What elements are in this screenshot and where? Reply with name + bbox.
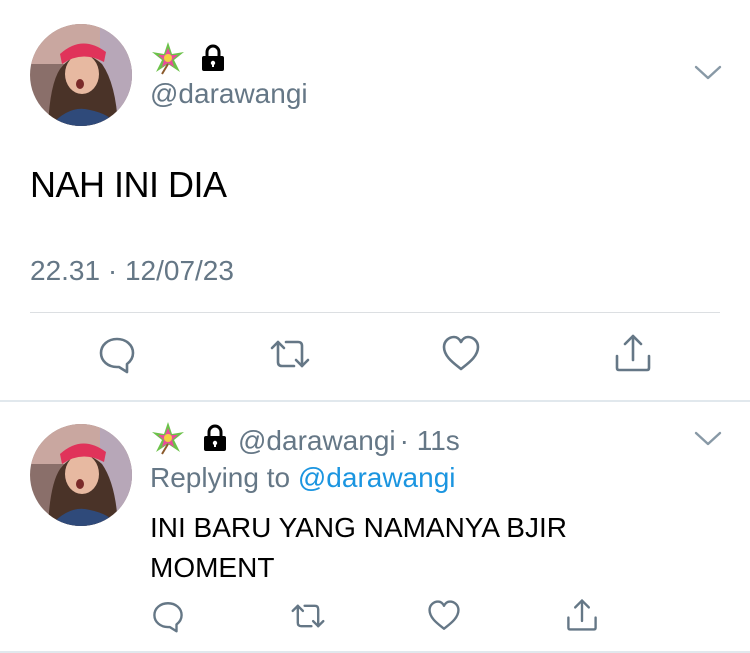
chevron-down-icon[interactable]: [694, 430, 722, 453]
reply-header: @darawangi · 11s: [150, 420, 460, 461]
badge-row: [150, 40, 226, 81]
replying-to-line: Replying to @darawangi: [150, 462, 456, 494]
replying-to-label: Replying to: [150, 462, 291, 493]
chevron-down-icon[interactable]: [694, 64, 722, 87]
like-icon: [427, 599, 461, 638]
retweet-button[interactable]: [286, 598, 330, 638]
like-icon: [441, 334, 481, 379]
reply-icon: [97, 334, 137, 379]
share-icon: [613, 332, 653, 379]
share-icon: [565, 597, 599, 638]
like-button[interactable]: [436, 334, 486, 378]
share-button[interactable]: [560, 596, 604, 638]
tweet-text: NAH INI DIA: [30, 164, 227, 205]
share-button[interactable]: [608, 332, 658, 378]
like-button[interactable]: [422, 598, 466, 638]
tweet-separator: [0, 400, 750, 402]
avatar[interactable]: [30, 424, 132, 526]
retweet-icon: [289, 599, 327, 638]
replying-to-mention[interactable]: @darawangi: [298, 462, 456, 493]
pinwheel-star-emoji-icon: [150, 40, 186, 81]
tweet-handle[interactable]: @darawangi: [150, 78, 308, 110]
retweet-icon: [268, 334, 312, 379]
reply-icon: [151, 599, 185, 638]
reply-button[interactable]: [146, 598, 190, 638]
reply-text: INI BARU YANG NAMANYA BJIR MOMENT: [150, 512, 567, 583]
tweet-timestamp[interactable]: 22.31 · 12/07/23: [30, 255, 234, 287]
reply-time[interactable]: · 11s: [400, 425, 460, 457]
divider: [30, 312, 720, 313]
reply-button[interactable]: [92, 334, 142, 378]
pinwheel-star-emoji-icon: [150, 420, 186, 461]
lock-icon: [200, 44, 226, 77]
lock-icon: [202, 424, 228, 457]
reply-handle[interactable]: @darawangi: [238, 425, 396, 457]
avatar[interactable]: [30, 24, 132, 126]
retweet-button[interactable]: [265, 334, 315, 378]
